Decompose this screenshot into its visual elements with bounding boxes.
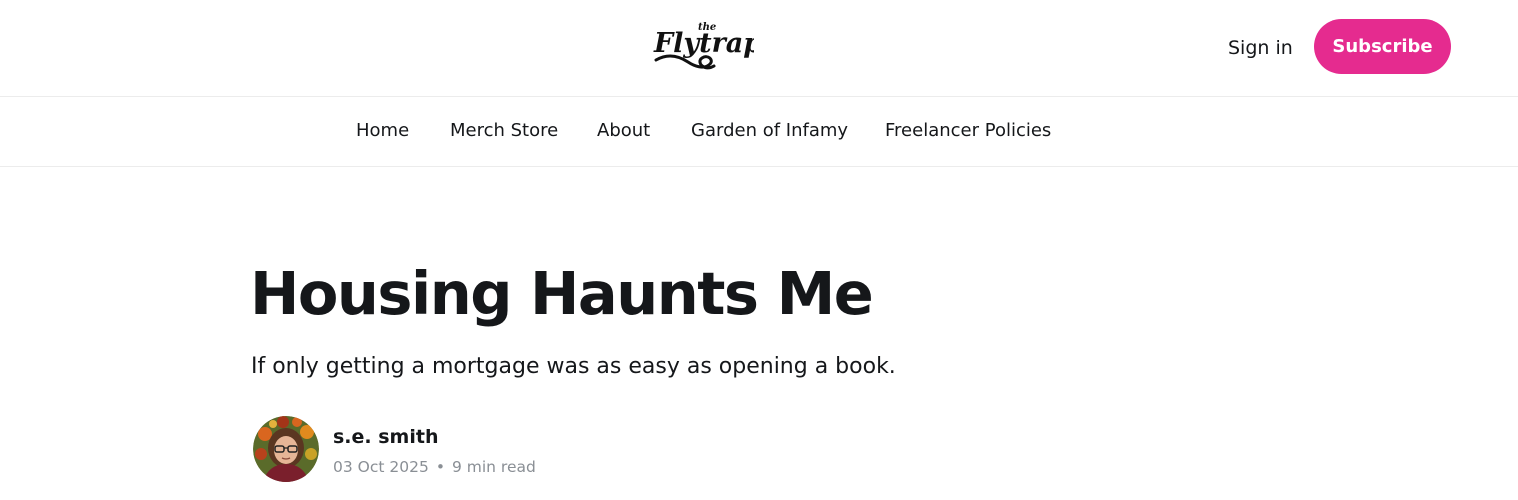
- nav-item-merch-store[interactable]: Merch Store: [450, 119, 558, 143]
- subscribe-button[interactable]: Subscribe: [1314, 19, 1451, 74]
- sign-in-link[interactable]: Sign in: [1228, 36, 1293, 60]
- svg-text:Flytrap: Flytrap: [653, 28, 754, 59]
- author-portrait-icon: [253, 416, 319, 482]
- nav-item-about[interactable]: About: [597, 119, 650, 143]
- publish-date: 03 Oct 2025: [333, 458, 429, 476]
- meta-separator: •: [435, 458, 445, 476]
- read-time: 9 min read: [451, 458, 536, 476]
- nav-item-freelancer-policies[interactable]: Freelancer Policies: [885, 119, 1051, 143]
- article-subtitle: If only getting a mortgage was as easy a…: [251, 354, 896, 379]
- site-header: the Flytrap Sign in Subscribe: [0, 0, 1518, 97]
- author-avatar[interactable]: [253, 416, 319, 482]
- site-logo[interactable]: the Flytrap: [648, 14, 754, 76]
- article-meta: 03 Oct 2025 • 9 min read: [333, 457, 536, 477]
- nav-item-home[interactable]: Home: [356, 119, 409, 143]
- main-nav: Home Merch Store About Garden of Infamy …: [0, 97, 1518, 167]
- article-title: Housing Haunts Me: [250, 259, 874, 328]
- nav-item-garden-of-infamy[interactable]: Garden of Infamy: [691, 119, 848, 143]
- author-name[interactable]: s.e. smith: [333, 425, 438, 449]
- flytrap-logo-icon: the Flytrap: [653, 22, 754, 70]
